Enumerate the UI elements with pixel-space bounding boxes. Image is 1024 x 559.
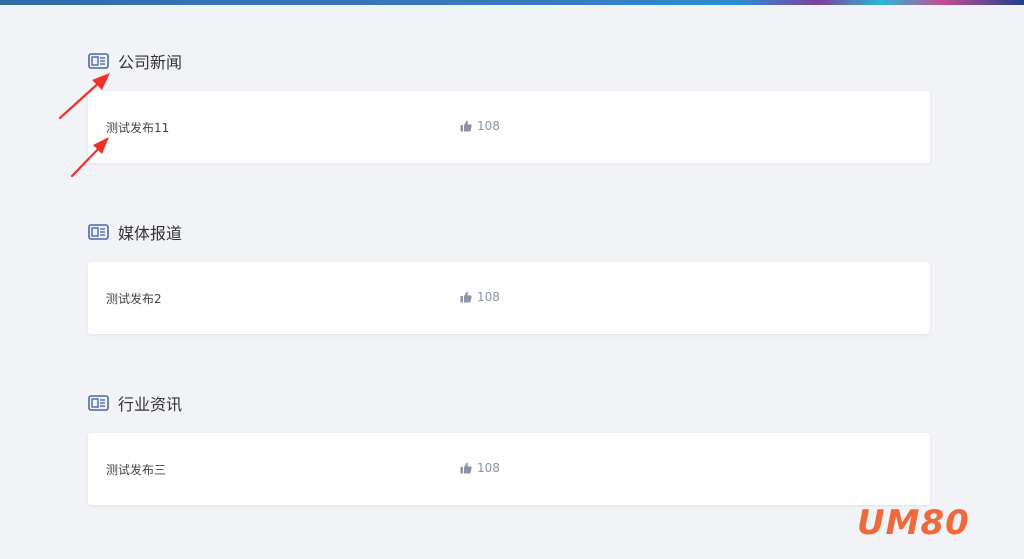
thumbs-up-icon [460, 291, 472, 303]
newspaper-icon [88, 395, 109, 411]
thumbs-up-icon [460, 462, 472, 474]
annotation-arrow-icon [58, 73, 110, 120]
like-counter[interactable]: 108 [460, 290, 500, 304]
top-banner [0, 0, 1024, 5]
news-item-title[interactable]: 测试发布11 [106, 119, 169, 136]
section-header: 媒体报道 [88, 220, 930, 244]
like-count: 108 [477, 290, 500, 304]
section-header: 行业资讯 [88, 391, 930, 415]
like-counter[interactable]: 108 [460, 461, 500, 475]
news-card[interactable]: 测试发布2 108 [88, 262, 930, 334]
news-card[interactable]: 测试发布11 108 [88, 91, 930, 163]
section-media-reports: 媒体报道 [88, 220, 930, 244]
news-item-title[interactable]: 测试发布2 [106, 290, 162, 307]
section-title: 媒体报道 [118, 224, 183, 243]
thumbs-up-icon [460, 120, 472, 132]
newspaper-icon [88, 53, 109, 69]
section-header: 公司新闻 [88, 49, 930, 73]
like-count: 108 [477, 119, 500, 133]
newspaper-icon [88, 224, 109, 240]
like-count: 108 [477, 461, 500, 475]
section-company-news: 公司新闻 [88, 49, 930, 73]
section-industry-news: 行业资讯 [88, 391, 930, 415]
section-title: 公司新闻 [118, 53, 183, 72]
section-title: 行业资讯 [118, 395, 183, 414]
watermark-logo: UM80 [857, 503, 970, 543]
annotation-arrow-icon [70, 137, 109, 178]
like-counter[interactable]: 108 [460, 119, 500, 133]
page: 公司新闻 测试发布11 108 媒体报道 测试发布2 108 行业资讯 测试发布… [0, 0, 1024, 559]
news-card[interactable]: 测试发布三 108 [88, 433, 930, 505]
news-item-title[interactable]: 测试发布三 [106, 461, 166, 478]
